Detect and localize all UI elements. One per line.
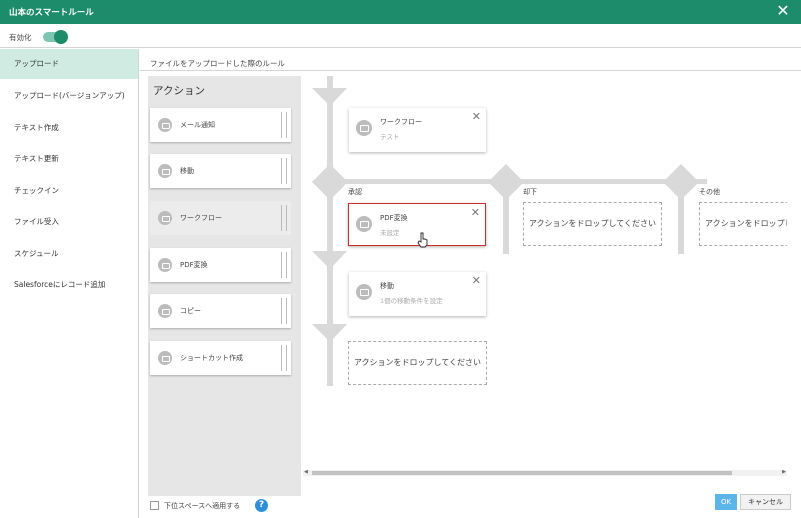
drop-zone-reject[interactable]: アクションをドロップしてください bbox=[523, 202, 662, 246]
palette-item-pdf[interactable]: PDF変換 bbox=[150, 248, 291, 282]
palette-item-copy[interactable]: コピー bbox=[150, 294, 291, 328]
sidebar: アップロード アップロード(バージョンアップ) テキスト作成 テキスト更新 チェ… bbox=[0, 49, 139, 518]
sidebar-item-schedule[interactable]: スケジュール bbox=[0, 239, 138, 269]
enable-label: 有効化 bbox=[9, 33, 32, 42]
palette-item-move[interactable]: 移動 bbox=[150, 154, 291, 188]
flow-canvas: ワークフロー テスト ✕ 承認 却下 その他 PDF変換 未設定 ✕ アクション… bbox=[303, 76, 787, 474]
palette-item-workflow: ワークフロー bbox=[150, 201, 291, 235]
sidebar-item-salesforce[interactable]: Salesforceにレコード追加 bbox=[0, 270, 138, 300]
branch-label-approve: 承認 bbox=[348, 188, 362, 196]
action-palette: アクション メール通知 移動 ワークフロー PDF変換 コピー ショートカット作… bbox=[148, 76, 301, 496]
drop-zone-other[interactable]: アクションをドロップしてください bbox=[699, 202, 787, 246]
enable-toggle[interactable] bbox=[43, 30, 68, 44]
page-heading: ファイルをアップロードした際のルール bbox=[150, 59, 285, 68]
flow-arrow bbox=[312, 251, 347, 269]
apply-subspaces-label: 下位スペースへ適用する bbox=[164, 502, 241, 510]
node-title: PDF変換 bbox=[380, 214, 408, 222]
palette-item-shortcut[interactable]: ショートカット作成 bbox=[150, 341, 291, 375]
copy-icon bbox=[158, 304, 172, 318]
drag-handle-icon[interactable] bbox=[281, 298, 287, 324]
toggle-knob bbox=[54, 30, 68, 44]
palette-item-label: コピー bbox=[180, 307, 201, 315]
cancel-button[interactable]: キャンセル bbox=[740, 494, 791, 510]
move-icon bbox=[356, 284, 372, 300]
divider bbox=[140, 70, 801, 71]
drag-handle-icon[interactable] bbox=[281, 252, 287, 278]
drag-handle-icon[interactable] bbox=[281, 158, 287, 184]
apply-subspaces-checkbox[interactable] bbox=[150, 501, 159, 510]
workflow-node[interactable]: ワークフロー テスト ✕ bbox=[349, 108, 486, 152]
palette-title: アクション bbox=[153, 85, 205, 97]
move-icon bbox=[158, 164, 172, 178]
palette-item-label: メール通知 bbox=[180, 121, 215, 129]
title-bar: 山本のスマートルール ✕ bbox=[0, 0, 801, 24]
pdf-icon bbox=[356, 216, 372, 232]
drag-handle-icon bbox=[281, 205, 287, 231]
branch-diamond bbox=[312, 164, 348, 200]
enable-bar: 有効化 bbox=[0, 24, 801, 48]
help-icon[interactable]: ? bbox=[255, 499, 268, 512]
hand-cursor-icon bbox=[417, 232, 428, 248]
remove-icon[interactable]: ✕ bbox=[472, 110, 481, 123]
palette-item-label: ショートカット作成 bbox=[180, 354, 243, 362]
close-icon[interactable]: ✕ bbox=[775, 3, 791, 20]
flow-arrow bbox=[312, 88, 347, 106]
palette-item-label: ワークフロー bbox=[180, 214, 222, 222]
sidebar-item-upload[interactable]: アップロード bbox=[0, 49, 138, 79]
sidebar-item-file-receive[interactable]: ファイル受入 bbox=[0, 207, 138, 237]
workflow-icon bbox=[356, 120, 372, 136]
horizontal-scrollbar[interactable]: ◀ ▶ bbox=[303, 469, 787, 476]
branch-label-other: その他 bbox=[699, 188, 720, 196]
mail-icon bbox=[158, 118, 172, 132]
node-title: 移動 bbox=[380, 282, 394, 290]
flow-arrow bbox=[312, 324, 347, 342]
node-subtitle: 1個の移動条件を設定 bbox=[380, 297, 443, 305]
palette-item-label: PDF変換 bbox=[180, 261, 208, 269]
sidebar-item-text-create[interactable]: テキスト作成 bbox=[0, 113, 138, 143]
move-node[interactable]: 移動 1個の移動条件を設定 ✕ bbox=[349, 272, 486, 316]
sidebar-item-text-update[interactable]: テキスト更新 bbox=[0, 144, 138, 174]
shortcut-icon bbox=[158, 351, 172, 365]
remove-icon[interactable]: ✕ bbox=[472, 274, 481, 287]
palette-item-mail[interactable]: メール通知 bbox=[150, 108, 291, 142]
scrollbar-thumb[interactable] bbox=[312, 471, 732, 475]
ok-button[interactable]: OK bbox=[715, 494, 737, 510]
drag-handle-icon[interactable] bbox=[281, 112, 287, 138]
sidebar-item-upload-version[interactable]: アップロード(バージョンアップ) bbox=[0, 81, 138, 111]
drop-zone-main[interactable]: アクションをドロップしてください bbox=[348, 341, 487, 385]
node-subtitle: テスト bbox=[380, 133, 400, 141]
remove-icon[interactable]: ✕ bbox=[471, 206, 480, 219]
scroll-right-icon[interactable]: ▶ bbox=[782, 469, 786, 475]
node-title: ワークフロー bbox=[380, 118, 422, 126]
sidebar-item-checkin[interactable]: チェックイン bbox=[0, 176, 138, 206]
palette-item-label: 移動 bbox=[180, 167, 194, 175]
node-subtitle: 未設定 bbox=[380, 229, 400, 237]
scroll-left-icon[interactable]: ◀ bbox=[304, 469, 308, 475]
window-title: 山本のスマートルール bbox=[9, 8, 94, 18]
pdf-icon bbox=[158, 258, 172, 272]
drag-handle-icon[interactable] bbox=[281, 345, 287, 371]
workflow-icon bbox=[158, 211, 172, 225]
branch-label-reject: 却下 bbox=[523, 188, 537, 196]
